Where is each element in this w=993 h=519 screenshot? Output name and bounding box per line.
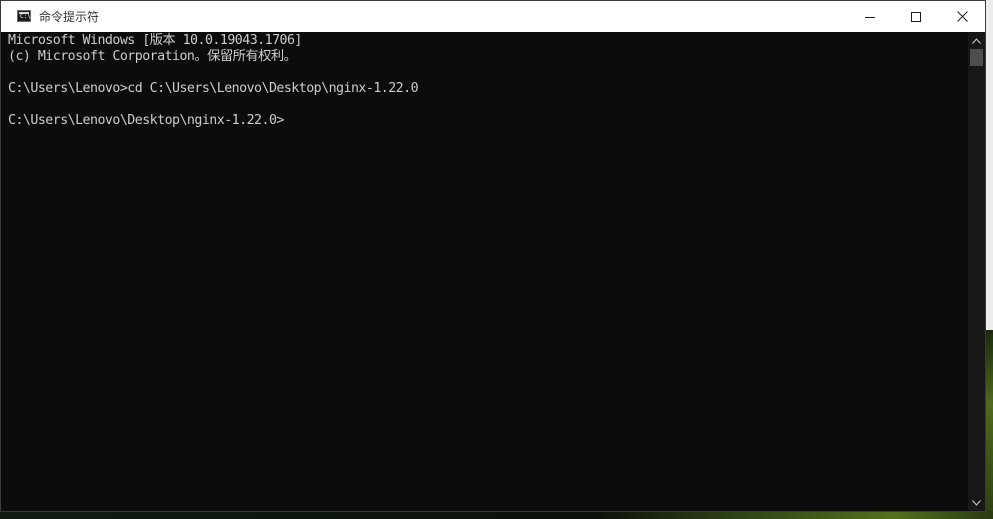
console-output[interactable]: Microsoft Windows [版本 10.0.19043.1706] (… [7,32,967,508]
vertical-scrollbar[interactable] [968,32,985,511]
window-title: 命令提示符 [39,10,100,24]
command-prompt-line[interactable]: C:\Users\Lenovo\Desktop\nginx-1.22.0> [8,113,284,129]
maximize-button[interactable] [893,1,939,32]
minimize-icon [865,16,875,18]
desktop-wallpaper [985,330,993,519]
scroll-thumb[interactable] [970,49,983,66]
console-line: Microsoft Windows [版本 10.0.19043.1706] [8,33,302,48]
scroll-down-button[interactable] [968,494,985,511]
command-prompt-window[interactable]: C:\ 命令提示符 Microsoft Windows [版本 10.0.190… [0,0,986,512]
scroll-up-button[interactable] [968,32,985,49]
cmd-icon: C:\ [17,10,31,22]
console-line: C:\Users\Lenovo>cd C:\Users\Lenovo\Deskt… [8,81,419,96]
chevron-down-icon [972,499,981,506]
desktop-wallpaper [0,512,993,519]
close-icon [956,11,968,22]
minimize-button[interactable] [847,1,893,32]
chevron-up-icon [972,37,981,44]
title-bar[interactable]: C:\ 命令提示符 [1,1,985,32]
console-line: (c) Microsoft Corporation。保留所有权利。 [8,49,297,64]
maximize-icon [911,11,921,22]
close-button[interactable] [939,1,985,32]
